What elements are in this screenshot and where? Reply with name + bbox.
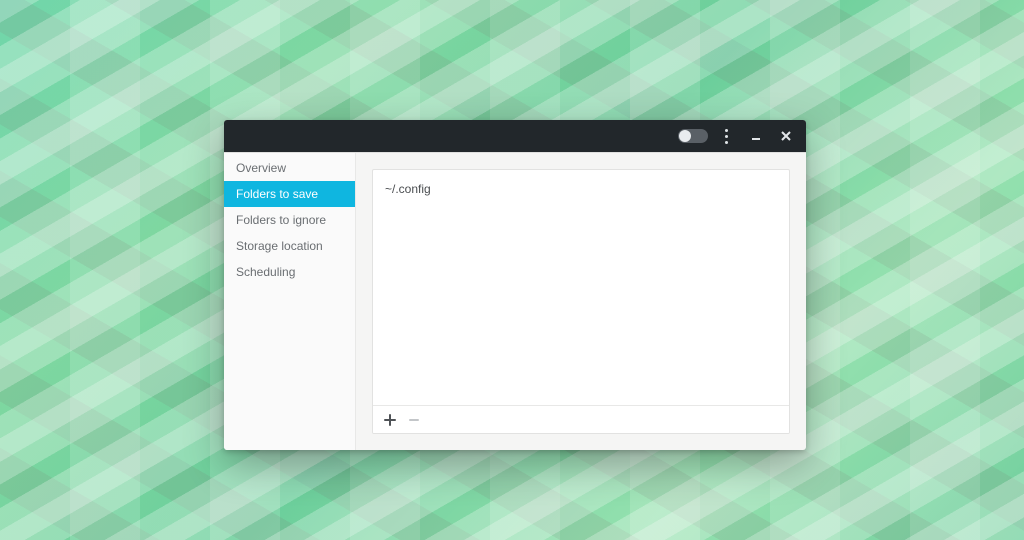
window-body: Overview Folders to save Folders to igno… — [224, 152, 806, 450]
remove-folder-button[interactable] — [403, 409, 425, 431]
minus-icon — [408, 414, 420, 426]
close-icon — [780, 130, 792, 142]
sidebar-item-storage-location[interactable]: Storage location — [224, 233, 355, 259]
folder-list[interactable]: ~/.config — [373, 170, 789, 405]
app-menu-button[interactable] — [714, 124, 738, 148]
sidebar-item-label: Overview — [236, 161, 286, 175]
sidebar-item-folders-to-ignore[interactable]: Folders to ignore — [224, 207, 355, 233]
sidebar-item-scheduling[interactable]: Scheduling — [224, 259, 355, 285]
add-folder-button[interactable] — [379, 409, 401, 431]
folder-listbox: ~/.config — [372, 169, 790, 434]
window-close-button[interactable] — [774, 124, 798, 148]
sidebar-item-label: Storage location — [236, 239, 323, 253]
sidebar-item-label: Folders to ignore — [236, 213, 326, 227]
sidebar-item-overview[interactable]: Overview — [224, 155, 355, 181]
plus-icon — [384, 414, 396, 426]
window-minimize-button[interactable] — [744, 124, 768, 148]
minimize-icon — [750, 130, 762, 142]
main-pane: ~/.config — [356, 153, 806, 450]
folder-list-toolbar — [373, 405, 789, 433]
sidebar-item-label: Folders to save — [236, 187, 318, 201]
folder-list-row[interactable]: ~/.config — [385, 180, 777, 198]
sidebar-item-folders-to-save[interactable]: Folders to save — [224, 181, 355, 207]
window-titlebar — [224, 120, 806, 152]
sidebar-item-label: Scheduling — [236, 265, 295, 279]
settings-sidebar: Overview Folders to save Folders to igno… — [224, 153, 356, 450]
kebab-icon — [725, 129, 728, 144]
backup-settings-window: Overview Folders to save Folders to igno… — [224, 120, 806, 450]
automatic-backup-toggle[interactable] — [678, 129, 708, 143]
